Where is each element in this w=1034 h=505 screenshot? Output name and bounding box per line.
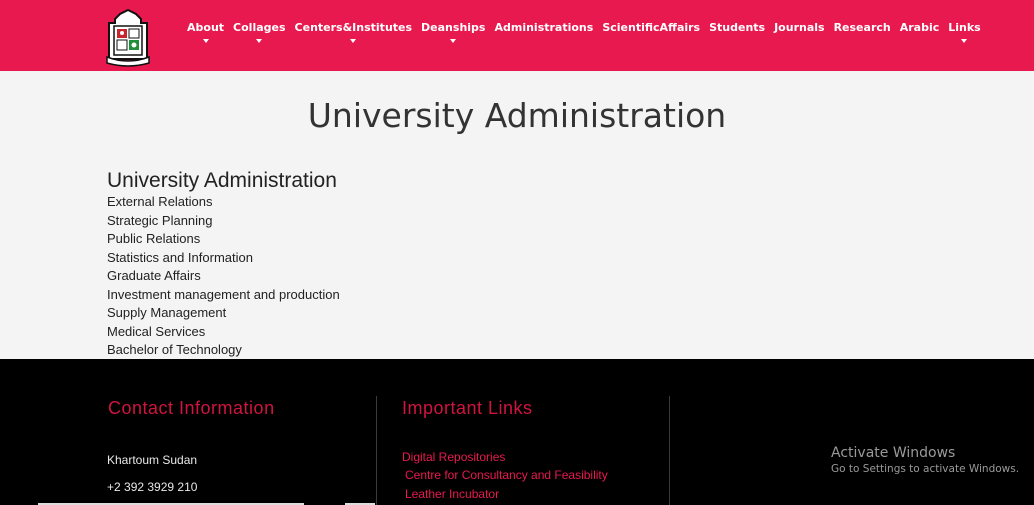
chevron-down-icon <box>450 39 457 43</box>
page-title: University Administration <box>307 96 727 135</box>
footer-phone: +2 392 3929 210 <box>107 480 198 494</box>
footer-link-leather-incubator[interactable]: Leather Incubator <box>405 487 499 501</box>
nav-arabic[interactable]: Arabic <box>900 21 940 34</box>
chevron-down-icon <box>350 39 357 43</box>
link-graduate-affairs[interactable]: Graduate Affairs <box>107 268 340 287</box>
nav-students[interactable]: Students <box>709 21 765 34</box>
footer-divider <box>376 396 377 505</box>
main-nav: About Collages Centers&Institutes Deansh… <box>187 21 990 43</box>
section-heading: University Administration <box>107 169 337 192</box>
footer-link-digital-repositories[interactable]: Digital Repositories <box>402 450 505 464</box>
nav-deanships[interactable]: Deanships <box>421 21 485 43</box>
footer-link-consultancy-centre[interactable]: Centre for Consultancy and Feasibility <box>405 468 608 482</box>
link-statistics-information[interactable]: Statistics and Information <box>107 250 340 269</box>
activation-title: Activate Windows <box>831 445 956 461</box>
nav-centers-institutes[interactable]: Centers&Institutes <box>295 21 412 43</box>
top-navbar: About Collages Centers&Institutes Deansh… <box>0 0 1034 71</box>
nav-administrations[interactable]: Administrations <box>494 21 593 34</box>
link-public-relations[interactable]: Public Relations <box>107 231 340 250</box>
chevron-down-icon <box>961 39 968 43</box>
nav-about[interactable]: About <box>187 21 224 43</box>
nav-journals[interactable]: Journals <box>774 21 824 34</box>
nav-research[interactable]: Research <box>834 21 891 34</box>
footer-address: Khartoum Sudan <box>107 453 198 467</box>
chevron-down-icon <box>256 39 263 43</box>
footer-contact-title: Contact Information <box>108 398 275 418</box>
footer: Contact Information Important Links Khar… <box>0 359 1034 505</box>
nav-links[interactable]: Links <box>948 21 981 43</box>
nav-scientific-affairs[interactable]: ScientificAffairs <box>602 21 700 34</box>
link-medical-services[interactable]: Medical Services <box>107 324 340 343</box>
chevron-down-icon <box>202 39 209 43</box>
link-supply-management[interactable]: Supply Management <box>107 305 340 324</box>
nav-collages[interactable]: Collages <box>233 21 286 43</box>
link-investment-management[interactable]: Investment management and production <box>107 287 340 306</box>
footer-divider <box>669 396 670 505</box>
university-crest-icon <box>106 8 150 67</box>
link-strategic-planning[interactable]: Strategic Planning <box>107 213 340 232</box>
university-logo[interactable] <box>105 8 151 67</box>
administration-links-list: External Relations Strategic Planning Pu… <box>107 194 340 361</box>
link-bachelor-technology[interactable]: Bachelor of Technology <box>107 342 340 361</box>
windows-activation-watermark: Activate Windows Go to Settings to activ… <box>831 445 1019 475</box>
activation-subtitle: Go to Settings to activate Windows. <box>831 463 1020 475</box>
footer-links-title: Important Links <box>402 398 533 418</box>
link-external-relations[interactable]: External Relations <box>107 194 340 213</box>
